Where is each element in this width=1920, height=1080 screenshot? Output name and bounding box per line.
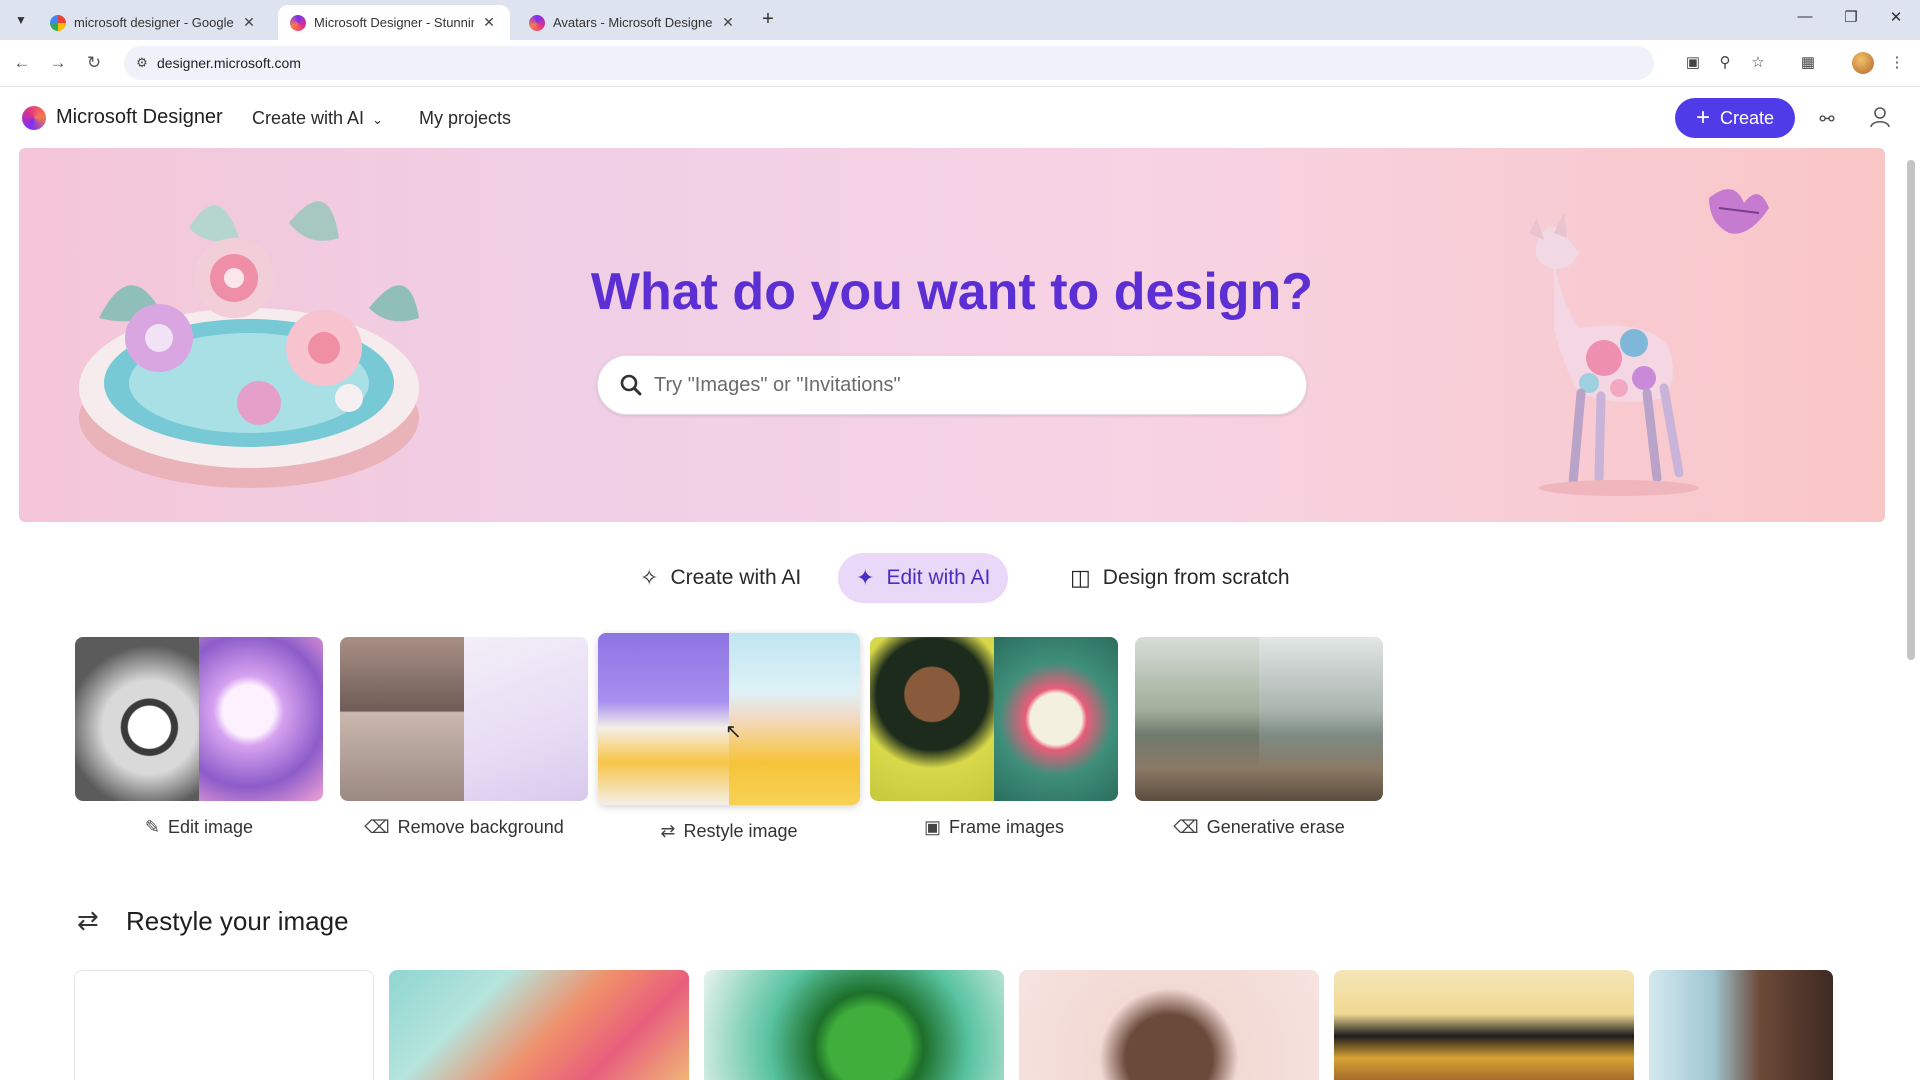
tab-search-dropdown-icon[interactable]: ▼ [10,9,32,31]
window-close-icon[interactable]: ✕ [1881,8,1911,32]
tab-title: Microsoft Designer - Stunning [314,15,474,30]
restyle-upload-card[interactable] [74,970,374,1080]
hero-banner: What do you want to design? [19,148,1885,522]
nav-my-projects[interactable]: My projects [419,108,511,129]
tab-edit-with-ai[interactable]: ✦ Edit with AI [838,553,1009,603]
hero-search-input[interactable] [654,370,1274,400]
designer-icon [290,14,306,31]
eraser-icon: ⌫ [1173,817,1199,837]
app-header: Microsoft Designer Create with AI ⌄ My pr… [0,88,1920,148]
nav-create-label: Create with AI [252,108,365,128]
create-button-label: Create [1719,107,1775,128]
magic-wand-icon: ✦ [856,565,875,590]
feature-remove-background[interactable]: ⌫ Remove background [340,637,588,838]
feature-label: Remove background [397,817,564,837]
edit-image-icon: ✎ [144,817,161,837]
feature-label: Restyle image [683,821,798,841]
fawn-illustration [1529,189,1769,496]
zoom-icon[interactable]: ⚲ [1712,50,1738,76]
tab-design-from-scratch[interactable]: ◫ Design from scratch [1052,553,1308,603]
hero-search-box[interactable] [597,355,1307,415]
tab-title: Avatars - Microsoft Designer [553,15,713,30]
edit-image-thumbnail[interactable] [75,637,323,801]
browser-profile-avatar[interactable] [1852,52,1874,74]
address-url[interactable]: designer.microsoft.com [157,55,301,71]
designer-icon [529,14,545,31]
plus-icon: + [1695,104,1710,131]
designer-logo-icon[interactable] [22,106,46,130]
tab-label: Edit with AI [886,566,991,589]
remove-background-thumbnail[interactable] [340,637,588,801]
browser-toolbar: ← → ↻ ⚙ designer.microsoft.com ▣ ⚲ ☆ ▦ ⋮ [0,40,1920,87]
design-icon: ◫ [1070,565,1091,590]
page-scrollbar[interactable] [1904,148,1916,1080]
share-people-icon[interactable]: ⚯ [1812,104,1842,134]
browser-tab-designer[interactable]: Microsoft Designer - Stunning ✕ [278,5,510,40]
account-icon[interactable] [1865,104,1895,134]
restyle-style-card[interactable] [704,970,1004,1080]
sparkle-icon: ✧ [640,565,659,590]
section-title: Restyle your image [126,906,349,936]
tab-label: Create with AI [670,566,802,589]
feature-frame-images[interactable]: ▣ Frame images [870,637,1118,838]
address-bar[interactable]: ⚙ designer.microsoft.com [124,46,1654,80]
restyle-style-card[interactable] [389,970,689,1080]
scrollbar-thumb[interactable] [1907,160,1915,660]
generative-erase-thumbnail[interactable] [1135,637,1383,801]
feature-label: Frame images [948,817,1065,837]
restyle-style-card[interactable] [1649,970,1833,1080]
close-icon[interactable]: ✕ [480,14,498,31]
new-tab-icon[interactable]: + [756,8,780,32]
frame-images-thumbnail[interactable] [870,637,1118,801]
brand-name[interactable]: Microsoft Designer [56,106,223,129]
browser-tab-google[interactable]: microsoft designer - Google Se ✕ [38,5,270,40]
search-icon [620,374,642,396]
feature-label: Edit image [168,817,254,837]
install-app-icon[interactable]: ▣ [1680,50,1706,76]
browser-tab-avatars[interactable]: Avatars - Microsoft Designer ✕ [517,5,749,40]
restore-icon[interactable]: ❐ [1836,8,1866,32]
back-icon[interactable]: ← [9,50,35,76]
google-icon [50,14,66,31]
swap-icon: ⇄ [77,905,99,935]
restyle-style-card[interactable] [1019,970,1319,1080]
tab-label: Design from scratch [1102,566,1290,589]
reload-icon[interactable]: ↻ [81,50,107,76]
feature-edit-image[interactable]: ✎ Edit image [75,637,323,838]
swap-icon: ⇄ [660,821,676,841]
create-button[interactable]: + Create [1675,98,1795,138]
chevron-down-icon: ⌄ [372,112,383,127]
tab-title: microsoft designer - Google Se [74,15,234,30]
close-icon[interactable]: ✕ [240,14,258,31]
tab-create-with-ai[interactable]: ✧ Create with AI [622,553,819,603]
browser-tab-bar: ▼ microsoft designer - Google Se ✕ Micro… [0,0,1920,40]
site-info-icon[interactable]: ⚙ [132,53,152,73]
bookmark-star-icon[interactable]: ☆ [1745,50,1771,76]
nav-create-with-ai[interactable]: Create with AI ⌄ [252,108,383,129]
forward-icon[interactable]: → [45,50,71,76]
feature-generative-erase[interactable]: ⌫ Generative erase [1135,637,1383,838]
mouse-pointer-icon: ↖ [725,721,742,743]
frame-icon: ▣ [923,817,941,837]
close-icon[interactable]: ✕ [719,14,737,31]
extensions-icon[interactable]: ▦ [1795,50,1821,76]
minimize-icon[interactable]: — [1790,8,1820,32]
eraser-icon: ⌫ [364,817,390,837]
restyle-style-card[interactable] [1334,970,1634,1080]
browser-menu-icon[interactable]: ⋮ [1884,50,1910,76]
feature-label: Generative erase [1206,817,1345,837]
flower-pond-illustration [79,201,419,488]
